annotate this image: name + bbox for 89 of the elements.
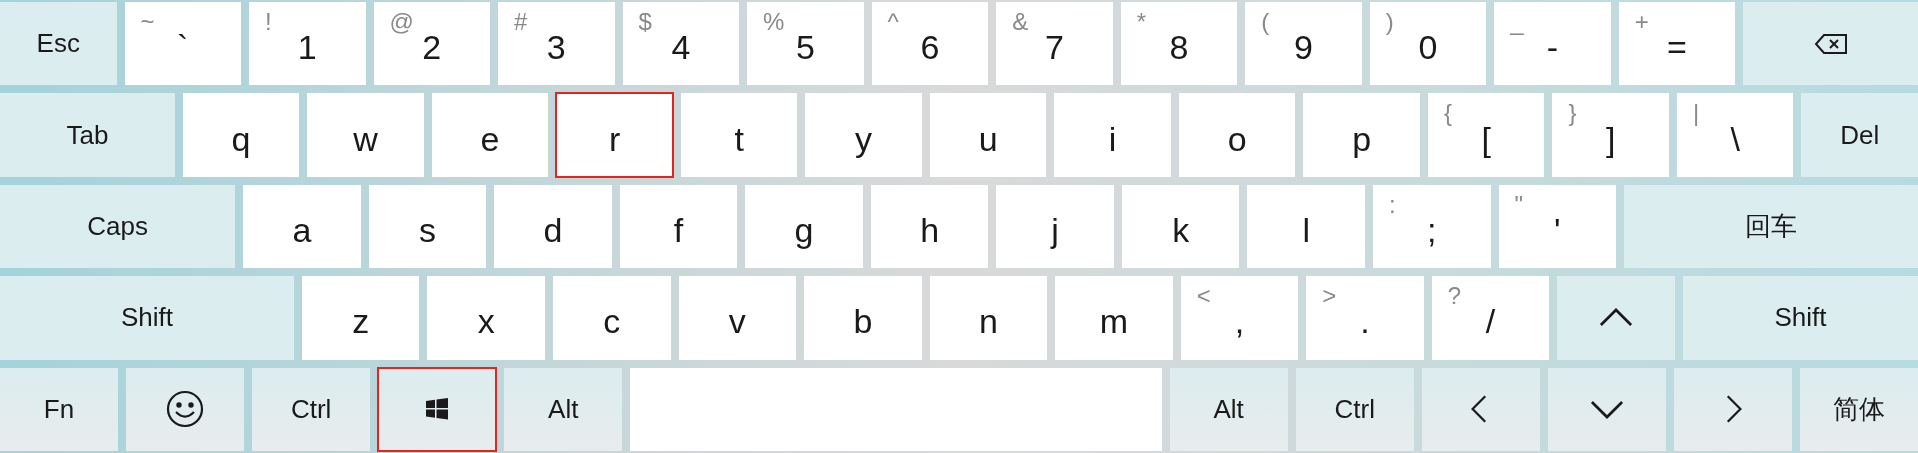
key[interactable]: b xyxy=(804,276,922,360)
shift-symbol: : xyxy=(1389,192,1396,217)
key[interactable]: ! 1 xyxy=(249,2,366,86)
key[interactable]: { [ xyxy=(1427,93,1545,177)
shift-symbol: | xyxy=(1692,101,1700,126)
key[interactable]: z xyxy=(301,276,420,360)
shift-symbol: ? xyxy=(1447,284,1462,309)
shift-symbol: & xyxy=(1012,10,1029,34)
shift-symbol: % xyxy=(763,10,785,34)
key[interactable]: $ 4 xyxy=(622,2,740,86)
key[interactable]: > . xyxy=(1306,276,1424,360)
key[interactable]: s xyxy=(368,184,487,269)
key[interactable]: ~ ` xyxy=(124,2,242,86)
function-key[interactable]: Esc xyxy=(0,2,117,86)
chevron-up-icon xyxy=(1599,308,1634,328)
key[interactable]: c xyxy=(552,276,671,360)
function-key[interactable]: Ctrl xyxy=(1295,367,1414,452)
key[interactable]: k xyxy=(1121,184,1240,269)
icon-key[interactable] xyxy=(378,367,497,452)
key[interactable]: a xyxy=(243,184,361,269)
function-key[interactable]: Alt xyxy=(1169,367,1288,452)
key[interactable]: i xyxy=(1054,93,1171,177)
key[interactable]: ^ 6 xyxy=(871,2,989,86)
key[interactable]: r xyxy=(556,93,673,177)
shift-symbol: _ xyxy=(1510,10,1524,34)
function-key[interactable]: Alt xyxy=(504,367,623,452)
backspace-icon xyxy=(1813,32,1848,55)
function-key[interactable]: 简体 xyxy=(1799,367,1918,452)
function-key[interactable]: Ctrl xyxy=(252,367,371,452)
key[interactable]: q xyxy=(182,93,300,177)
function-key[interactable]: Fn xyxy=(0,367,119,452)
shift-symbol: ^ xyxy=(887,10,899,34)
key[interactable]: n xyxy=(929,276,1048,360)
space-key[interactable] xyxy=(630,367,1162,452)
key[interactable]: } ] xyxy=(1552,93,1669,177)
shift-symbol: # xyxy=(514,10,528,34)
key[interactable]: * 8 xyxy=(1120,2,1238,86)
key[interactable]: ( 9 xyxy=(1245,2,1362,86)
icon-key[interactable] xyxy=(126,367,245,452)
key[interactable]: # 3 xyxy=(498,2,615,86)
key[interactable]: " ' xyxy=(1498,184,1617,269)
key[interactable]: f xyxy=(619,184,738,269)
key[interactable]: g xyxy=(745,184,863,269)
key[interactable]: y xyxy=(805,93,922,177)
function-key[interactable]: Tab xyxy=(0,93,175,177)
function-key[interactable]: Shift xyxy=(1682,276,1918,360)
key[interactable]: m xyxy=(1055,276,1173,360)
key[interactable]: e xyxy=(431,93,549,177)
chevron-down-icon xyxy=(1589,399,1624,419)
key[interactable]: x xyxy=(427,276,545,360)
function-key[interactable]: 回车 xyxy=(1624,184,1918,269)
key[interactable]: % 5 xyxy=(747,2,864,86)
shift-symbol: + xyxy=(1634,10,1649,34)
shift-symbol: > xyxy=(1322,284,1337,309)
smiley-icon xyxy=(165,389,206,430)
key[interactable]: @ 2 xyxy=(373,2,491,86)
shift-symbol: ! xyxy=(265,10,272,34)
shift-symbol: $ xyxy=(638,10,652,34)
key[interactable]: | \ xyxy=(1676,93,1794,177)
key[interactable]: l xyxy=(1247,184,1365,269)
shift-symbol: ~ xyxy=(140,10,155,34)
shift-symbol: } xyxy=(1568,101,1577,126)
key[interactable]: : ; xyxy=(1373,184,1491,269)
key[interactable]: h xyxy=(870,184,989,269)
shift-symbol: ( xyxy=(1261,10,1270,34)
key[interactable]: ? / xyxy=(1431,276,1550,360)
key[interactable]: p xyxy=(1303,93,1420,177)
shift-symbol: * xyxy=(1136,10,1146,34)
key[interactable]: w xyxy=(307,93,424,177)
shift-symbol: @ xyxy=(389,10,414,34)
key[interactable]: v xyxy=(678,276,797,360)
windows-logo-icon xyxy=(425,397,450,422)
key[interactable]: u xyxy=(929,93,1047,177)
key[interactable]: j xyxy=(996,184,1114,269)
key[interactable]: t xyxy=(680,93,798,177)
shift-symbol: ) xyxy=(1385,10,1394,34)
key[interactable]: ) 0 xyxy=(1369,2,1487,86)
key[interactable]: & 7 xyxy=(996,2,1113,86)
function-key[interactable]: Caps xyxy=(0,184,236,269)
shift-symbol: " xyxy=(1514,192,1524,217)
key[interactable]: o xyxy=(1178,93,1296,177)
key[interactable]: _ - xyxy=(1494,2,1611,86)
key[interactable]: < , xyxy=(1180,276,1299,360)
shift-symbol: { xyxy=(1443,101,1452,126)
function-key[interactable]: Shift xyxy=(0,276,294,360)
key[interactable]: d xyxy=(494,184,612,269)
shift-symbol: < xyxy=(1196,284,1211,309)
key[interactable]: + = xyxy=(1618,2,1736,86)
function-key[interactable]: Del xyxy=(1801,93,1918,177)
